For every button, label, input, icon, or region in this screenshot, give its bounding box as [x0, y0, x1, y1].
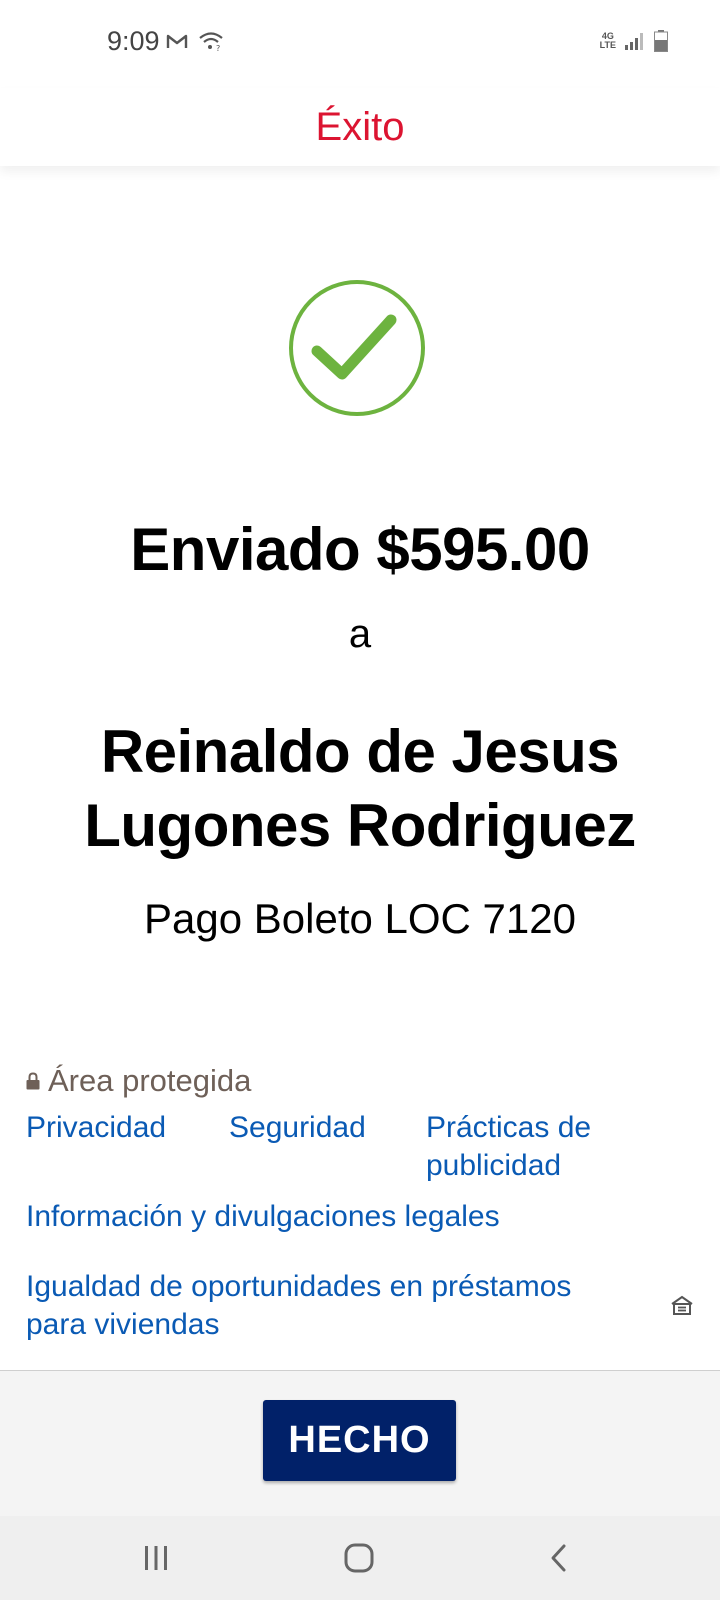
advertising-practices-line1: Prácticas de — [426, 1111, 592, 1144]
secure-area-label: Área protegida — [26, 1063, 251, 1099]
network-label-bottom: LTE — [599, 40, 616, 50]
equal-housing-icon — [671, 1295, 693, 1315]
status-notification-icons: ? — [166, 30, 224, 52]
signal-icon — [625, 33, 643, 50]
sent-amount-text: Enviado $595.00 — [130, 516, 590, 583]
battery-icon — [654, 30, 668, 52]
security-link[interactable]: Seguridad — [229, 1109, 366, 1147]
recipient-name-line2: Lugones Rodriguez — [84, 792, 636, 859]
recent-apps-button[interactable] — [134, 1536, 178, 1580]
secure-area-text: Área protegida — [48, 1063, 252, 1098]
page-title: Éxito — [315, 104, 405, 149]
back-icon — [551, 1544, 566, 1572]
to-word: a — [348, 612, 372, 656]
back-button[interactable] — [537, 1536, 581, 1580]
advertising-practices-link[interactable]: Prácticas de publicidad — [426, 1109, 591, 1185]
privacy-link[interactable]: Privacidad — [26, 1109, 166, 1147]
equal-housing-line2: para viviendas — [26, 1308, 220, 1341]
recent-apps-icon — [145, 1546, 167, 1570]
home-icon — [344, 1543, 374, 1573]
legal-disclosures-link[interactable]: Información y divulgaciones legales — [26, 1198, 500, 1236]
home-button[interactable] — [337, 1536, 381, 1580]
4g-lte-icon: 4G LTE — [600, 32, 616, 50]
status-system-icons: 4G LTE — [600, 30, 668, 52]
success-check-icon — [289, 280, 425, 416]
status-bar: 9:09 ? 4G LTE — [0, 0, 720, 88]
recipient-name-line1: Reinaldo de Jesus — [100, 718, 620, 785]
payment-memo: Pago Boleto LOC 7120 — [144, 895, 576, 942]
advertising-practices-line2: publicidad — [426, 1149, 562, 1182]
system-nav-bar — [0, 1516, 720, 1600]
lock-icon — [26, 1072, 40, 1090]
status-time: 9:09 — [107, 26, 160, 56]
gmail-icon — [166, 34, 188, 48]
done-button[interactable]: HECHO — [263, 1400, 456, 1481]
equal-housing-line1: Igualdad de oportunidades en préstamos — [26, 1270, 572, 1303]
svg-text:?: ? — [216, 44, 220, 52]
wifi-icon: ? — [199, 32, 223, 52]
recipient-name: Reinaldo de Jesus Lugones Rodriguez — [40, 715, 680, 863]
equal-housing-link[interactable]: Igualdad de oportunidades en préstamos p… — [26, 1268, 571, 1344]
page-header: Éxito — [0, 88, 720, 166]
